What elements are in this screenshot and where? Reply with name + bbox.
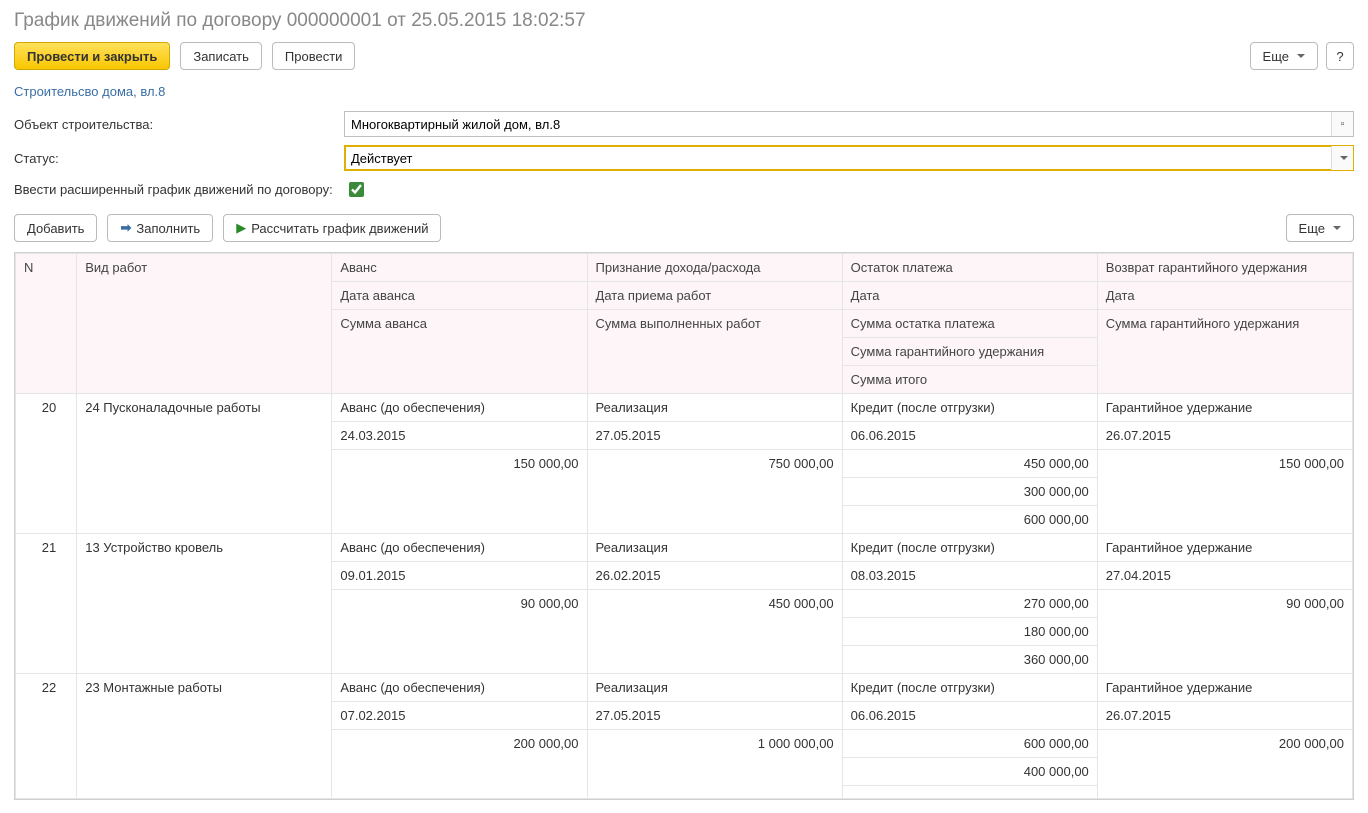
col-work: Вид работ [77, 254, 332, 394]
play-icon: ▶ [236, 220, 246, 236]
cell-adv-sum: 200 000,00 [332, 730, 587, 799]
cell-bal-date: 08.03.2015 [842, 562, 1097, 590]
cell-n: 21 [16, 534, 77, 674]
calc-label: Рассчитать график движений [251, 221, 428, 236]
page-title: График движений по договору 000000001 от… [14, 10, 1354, 32]
cell-g-sum: 90 000,00 [1097, 590, 1352, 674]
cell-bal-type: Кредит (после отгрузки) [842, 674, 1097, 702]
col-n: N [16, 254, 77, 394]
chevron-down-icon [1333, 226, 1341, 230]
more-button-2[interactable]: Еще [1286, 214, 1354, 242]
post-and-close-button[interactable]: Провести и закрыть [14, 42, 170, 70]
status-input[interactable] [344, 145, 1354, 171]
fill-label: Заполнить [136, 221, 200, 236]
cell-bal-guarantee: 300 000,00 [842, 478, 1097, 506]
more-label-2: Еще [1299, 221, 1325, 236]
cell-work: 13 Устройство кровель [77, 534, 332, 674]
cell-g-sum: 150 000,00 [1097, 450, 1352, 534]
cell-inc-date: 27.05.2015 [587, 702, 842, 730]
post-button[interactable]: Провести [272, 42, 356, 70]
cell-adv-sum: 90 000,00 [332, 590, 587, 674]
data-grid[interactable]: N Вид работ Аванс Признание дохода/расхо… [14, 252, 1354, 800]
calculate-button[interactable]: ▶ Рассчитать график движений [223, 214, 441, 242]
extended-label: Ввести расширенный график движений по до… [14, 182, 333, 197]
open-icon[interactable]: ▫ [1331, 112, 1353, 136]
cell-g-date: 26.07.2015 [1097, 702, 1352, 730]
cell-inc-sum: 750 000,00 [587, 450, 842, 534]
col-bal-guarantee: Сумма гарантийного удержания [843, 338, 1097, 366]
table-row[interactable]: 2113 Устройство кровельАванс (до обеспеч… [16, 534, 1353, 562]
cell-bal-date: 06.06.2015 [842, 422, 1097, 450]
cell-bal-sum: 600 000,00 [842, 730, 1097, 758]
cell-adv-date: 09.01.2015 [332, 562, 587, 590]
more-button[interactable]: Еще [1250, 42, 1318, 70]
cell-bal-date: 06.06.2015 [842, 702, 1097, 730]
col-advance-sum: Сумма аванса [332, 310, 587, 394]
chevron-down-icon [1340, 156, 1348, 160]
cell-g-type: Гарантийное удержание [1097, 674, 1352, 702]
cell-adv-type: Аванс (до обеспечения) [332, 674, 587, 702]
contract-link[interactable]: Строительсво дома, вл.8 [14, 84, 165, 99]
col-bal-sum: Сумма остатка платежа [842, 310, 1097, 338]
cell-bal-type: Кредит (после отгрузки) [842, 534, 1097, 562]
cell-inc-date: 26.02.2015 [587, 562, 842, 590]
cell-inc-sum: 450 000,00 [587, 590, 842, 674]
table-row[interactable]: 2024 Пусконаладочные работыАванс (до обе… [16, 394, 1353, 422]
dropdown-icon[interactable] [1331, 146, 1353, 170]
cell-adv-type: Аванс (до обеспечения) [332, 534, 587, 562]
cell-inc-type: Реализация [587, 674, 842, 702]
cell-inc-type: Реализация [587, 394, 842, 422]
status-label: Статус: [14, 151, 344, 166]
cell-adv-date: 07.02.2015 [332, 702, 587, 730]
cell-bal-sum: 450 000,00 [842, 450, 1097, 478]
cell-g-type: Гарантийное удержание [1097, 394, 1352, 422]
arrow-right-icon: ➡ [120, 220, 131, 236]
object-input[interactable] [344, 111, 1354, 137]
col-g-sum: Сумма гарантийного удержания [1097, 310, 1352, 394]
cell-inc-sum: 1 000 000,00 [587, 730, 842, 799]
cell-bal-total [842, 786, 1097, 799]
cell-n: 22 [16, 674, 77, 799]
cell-g-date: 27.04.2015 [1097, 562, 1352, 590]
chevron-down-icon [1297, 54, 1305, 58]
col-g-date: Дата [1097, 282, 1352, 310]
secondary-toolbar: Добавить ➡ Заполнить ▶ Рассчитать график… [14, 214, 1354, 242]
cell-bal-total: 360 000,00 [842, 646, 1097, 674]
col-bal-total: Сумма итого [843, 366, 1097, 393]
cell-adv-sum: 150 000,00 [332, 450, 587, 534]
add-button[interactable]: Добавить [14, 214, 97, 242]
cell-bal-sum: 270 000,00 [842, 590, 1097, 618]
cell-n: 20 [16, 394, 77, 534]
cell-inc-date: 27.05.2015 [587, 422, 842, 450]
cell-g-type: Гарантийное удержание [1097, 534, 1352, 562]
cell-work: 24 Пусконаладочные работы [77, 394, 332, 534]
cell-inc-type: Реализация [587, 534, 842, 562]
cell-bal-guarantee: 400 000,00 [842, 758, 1097, 786]
save-button[interactable]: Записать [180, 42, 262, 70]
cell-bal-type: Кредит (после отгрузки) [842, 394, 1097, 422]
more-label: Еще [1263, 49, 1289, 64]
object-label: Объект строительства: [14, 117, 344, 132]
col-income: Признание дохода/расхода [587, 254, 842, 282]
cell-bal-total: 600 000,00 [842, 506, 1097, 534]
cell-g-date: 26.07.2015 [1097, 422, 1352, 450]
cell-adv-type: Аванс (до обеспечения) [332, 394, 587, 422]
col-balance: Остаток платежа [842, 254, 1097, 282]
cell-bal-guarantee: 180 000,00 [842, 618, 1097, 646]
table-row[interactable]: 2223 Монтажные работыАванс (до обеспечен… [16, 674, 1353, 702]
col-income-sum: Сумма выполненных работ [587, 310, 842, 394]
fill-button[interactable]: ➡ Заполнить [107, 214, 213, 242]
cell-g-sum: 200 000,00 [1097, 730, 1352, 799]
extended-checkbox[interactable] [349, 182, 364, 197]
col-income-date: Дата приема работ [587, 282, 842, 310]
cell-adv-date: 24.03.2015 [332, 422, 587, 450]
help-button[interactable]: ? [1326, 42, 1354, 70]
table-header: N Вид работ Аванс Признание дохода/расхо… [16, 254, 1353, 394]
cell-work: 23 Монтажные работы [77, 674, 332, 799]
main-toolbar: Провести и закрыть Записать Провести Еще… [14, 42, 1354, 70]
col-bal-date: Дата [842, 282, 1097, 310]
col-advance-date: Дата аванса [332, 282, 587, 310]
col-guarantee: Возврат гарантийного удержания [1097, 254, 1352, 282]
col-advance: Аванс [332, 254, 587, 282]
